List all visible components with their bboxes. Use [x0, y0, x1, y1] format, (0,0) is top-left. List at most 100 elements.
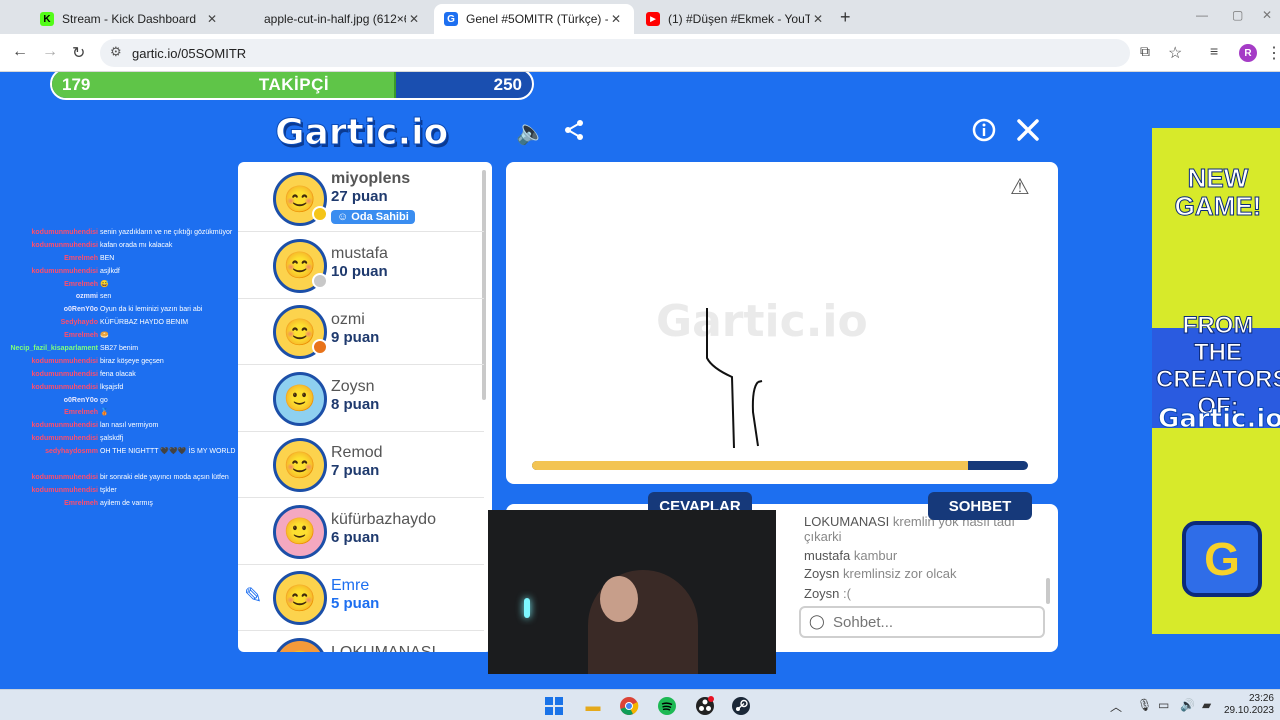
browser-toolbar: ← → ↻ ⚙ gartic.io/05SOMITR ⧉ ☆ ≡ R ⋮	[0, 34, 1280, 72]
stream-chat-line: Emrelmeh 🥯	[0, 330, 236, 343]
microphone-icon[interactable]: 🎙	[1137, 698, 1152, 712]
maximize-icon[interactable]: ▢	[1232, 8, 1243, 22]
stream-chat-text: lkşajsfd	[99, 383, 124, 391]
stream-chat-text: BEN	[99, 254, 115, 262]
file-explorer-icon[interactable]: ▬	[582, 695, 604, 717]
stream-chat-line: kodumunmuhendisi tşkler	[0, 485, 236, 498]
stream-chat-text: go	[99, 396, 108, 404]
stream-chat-user: kodumunmuhendisi	[31, 486, 99, 494]
stream-chat-user: kodumunmuhendisi	[31, 370, 99, 378]
bookmark-star-icon[interactable]: ☆	[1168, 43, 1182, 63]
battery-icon[interactable]: ▰	[1202, 698, 1211, 712]
back-icon[interactable]: ←	[12, 43, 28, 61]
close-icon[interactable]: ✕	[810, 12, 826, 26]
sound-icon[interactable]: 🔈	[516, 118, 546, 147]
follower-label: TAKİPÇİ	[258, 75, 330, 94]
player-row[interactable]: 🙂 küfürbazhaydo 6 puan	[238, 499, 484, 565]
chat-text: kremlinsiz zor olcak	[843, 566, 957, 581]
player-row[interactable]: 😊 miyoplens 27 puan ☺ Oda Sahibi	[238, 166, 484, 232]
stream-chat-text: asjlkdf	[99, 267, 120, 275]
reload-icon[interactable]: ↻	[72, 43, 85, 63]
stream-chat-user: Necip_fazil_kisaparlament	[10, 345, 98, 353]
url-text: gartic.io/05SOMITR	[132, 46, 247, 61]
tab-title: Genel #5OMITR (Türkçe) - Gartic	[466, 12, 608, 26]
share-icon[interactable]	[562, 118, 586, 149]
tray-chevron-icon[interactable]: ︿	[1110, 698, 1122, 715]
ad-headline: NEW GAME!	[1174, 163, 1262, 221]
obs-icon[interactable]	[694, 695, 716, 717]
tab-kick-dashboard[interactable]: K Stream - Kick Dashboard ✕	[30, 4, 230, 34]
media-icon[interactable]: ≡	[1210, 43, 1218, 59]
stream-chat-line: o0RenY0o go	[0, 395, 236, 408]
tab-title: Stream - Kick Dashboard	[62, 12, 197, 26]
chat-input[interactable]	[833, 612, 1033, 632]
install-icon[interactable]: ⧉	[1140, 43, 1150, 60]
player-list: 😊 miyoplens 27 puan ☺ Oda Sahibi 😊 mustafa 10 …	[238, 162, 492, 652]
stream-chat-text: senin yazdıkların ve ne çıktığı gözükmüy…	[99, 229, 233, 236]
menu-icon[interactable]: ⋮	[1266, 43, 1280, 63]
stream-chat-user: kodumunmuhendisi	[31, 422, 99, 430]
network-icon[interactable]: ▭	[1158, 698, 1169, 712]
tab-youtube[interactable]: ▶ (1) #Düşen #Ekmek - YouTube ✕	[636, 4, 836, 34]
chat-message: Zoysn kremlinsiz zor olcak	[804, 566, 1044, 581]
close-icon[interactable]: ✕	[406, 12, 422, 26]
player-row[interactable]: ✎ 😊 Emre 5 puan	[238, 565, 484, 631]
ad-g-button[interactable]: G	[1182, 521, 1262, 597]
window-close-icon[interactable]: ✕	[1262, 8, 1272, 22]
room-owner-label: Oda Sahibi	[351, 211, 409, 223]
stream-chat-text: Oyun da ki leminizi yazın bari abi	[99, 306, 203, 314]
image-icon	[242, 12, 256, 26]
pencil-icon: ✎	[244, 583, 263, 608]
stream-chat-text: kafan orada mı kalacak	[99, 241, 173, 249]
player-status-dot	[312, 272, 328, 289]
minimize-icon[interactable]: —	[1196, 8, 1208, 22]
stream-chat-user: ozmmi	[75, 293, 98, 301]
drawing-canvas[interactable]: Gartic.io ⚠	[506, 162, 1058, 484]
tab-gartic[interactable]: G Genel #5OMITR (Türkçe) - Gartic ✕	[434, 4, 634, 34]
stream-chat-user: Emrelmeh	[64, 499, 98, 507]
address-bar[interactable]: ⚙ gartic.io/05SOMITR	[100, 39, 1130, 67]
close-icon[interactable]: ✕	[608, 12, 624, 26]
player-avatar: 😊	[273, 438, 327, 492]
spotify-icon[interactable]	[656, 695, 678, 717]
profile-avatar[interactable]: R	[1239, 44, 1257, 62]
tab-chat[interactable]: SOHBET	[928, 492, 1032, 520]
stream-chat-user: kodumunmuhendisi	[31, 383, 99, 391]
volume-icon[interactable]: 🔊	[1180, 698, 1195, 712]
stream-chat-user: kodumunmuhendisi	[31, 357, 99, 365]
round-timer-bar	[532, 461, 1028, 470]
browser-tab-strip: K Stream - Kick Dashboard ✕ apple-cut-in…	[0, 0, 1280, 34]
player-name: ozmi	[331, 311, 365, 328]
chrome-icon[interactable]	[618, 695, 640, 717]
tab-image[interactable]: apple-cut-in-half.jpg (612×612) ✕	[232, 4, 432, 34]
ad-banner[interactable]: NEW GAME! FROM THE CREATORS OF: Gartic.i…	[1152, 128, 1280, 634]
player-row[interactable]: 😊 Remod 7 puan	[238, 432, 484, 498]
windows-start-icon[interactable]	[543, 695, 565, 717]
kick-icon: K	[40, 12, 54, 26]
stream-chat-line: kodumunmuhendisi fena olacak	[0, 369, 236, 382]
clock-time: 23:26	[1248, 693, 1274, 704]
player-row[interactable]: 😊 ozmi 9 puan	[238, 299, 484, 365]
close-game-icon[interactable]	[1016, 118, 1040, 149]
stream-chat-user: o0RenY0o	[63, 396, 98, 404]
player-row[interactable]: 🙂 Zoysn 8 puan	[238, 366, 484, 432]
stream-chat-user: Sedyhaydo	[60, 319, 98, 327]
forward-icon[interactable]: →	[42, 43, 58, 61]
chat-input-box[interactable]: ◯	[799, 606, 1045, 638]
new-tab-button[interactable]: +	[840, 7, 851, 28]
chat-scrollbar[interactable]	[1046, 578, 1050, 604]
follower-goal-bar: 179 TAKİPÇİ 250	[50, 72, 534, 100]
player-row[interactable]: 😊 mustafa 10 puan	[238, 233, 484, 299]
info-icon[interactable]	[972, 118, 996, 149]
stream-chat-user: kodumunmuhendisi	[31, 473, 99, 481]
stream-chat-line: kodumunmuhendisi kafan orada mı kalacak	[0, 240, 236, 253]
stream-chat-line: Emrelmeh 😅	[0, 279, 236, 292]
site-info-icon[interactable]: ⚙	[110, 44, 122, 60]
steam-icon[interactable]	[730, 695, 752, 717]
taskbar-clock[interactable]: 23:26 29.10.2023	[1224, 693, 1274, 717]
close-icon[interactable]: ✕	[204, 12, 220, 26]
player-status-dot	[312, 339, 328, 355]
stream-chat-line: kodumunmuhendisi lan nasıl vermiyom	[0, 420, 236, 433]
webcam-overlay	[488, 510, 776, 674]
player-row[interactable]: 😊 LOKUMANASI	[238, 632, 484, 652]
